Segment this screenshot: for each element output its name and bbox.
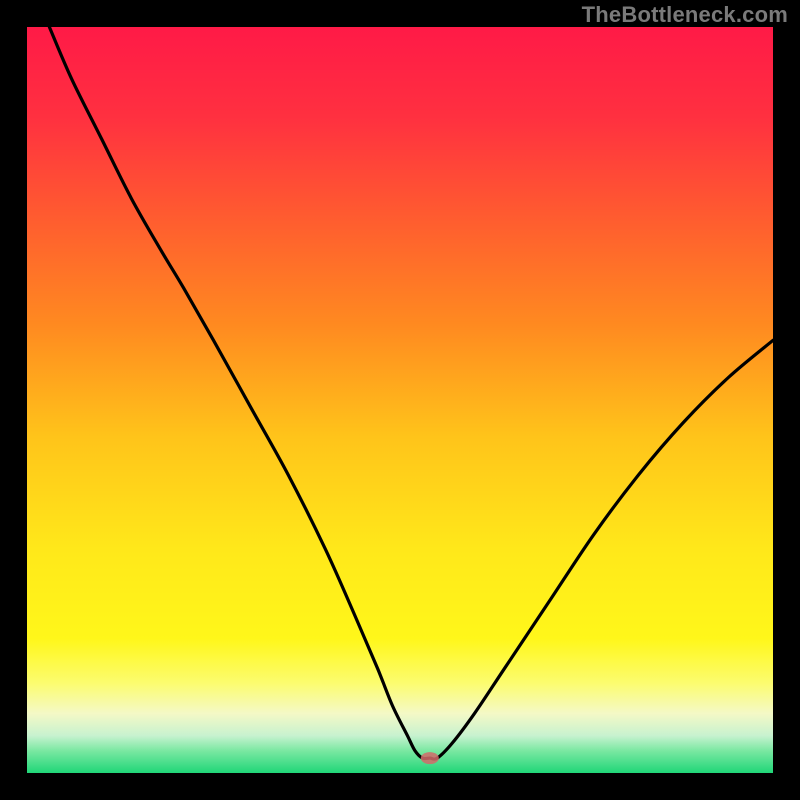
gradient-background bbox=[27, 27, 773, 773]
bottleneck-chart bbox=[27, 27, 773, 773]
watermark-text: TheBottleneck.com bbox=[582, 2, 788, 28]
optimal-point-marker bbox=[421, 752, 439, 764]
chart-frame: TheBottleneck.com bbox=[0, 0, 800, 800]
